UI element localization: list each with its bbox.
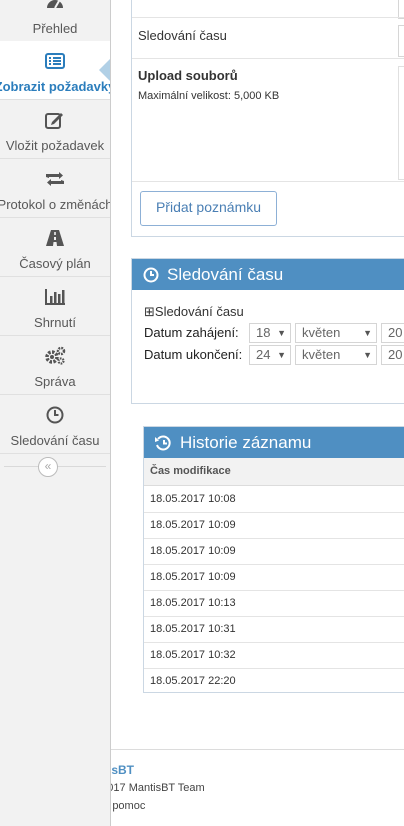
table-row: 18.05.2017 10:13: [144, 590, 404, 617]
table-row: 18.05.2017 10:09: [144, 512, 404, 539]
bar-chart-icon: [0, 287, 110, 307]
chevron-down-icon: ▼: [277, 350, 286, 360]
end-month-value: květen: [302, 347, 341, 362]
add-note-button[interactable]: Přidat poznámku: [140, 191, 277, 226]
sidebar-item-label: Protokol o změnách: [0, 197, 110, 212]
collapse-sidebar-button[interactable]: «: [38, 457, 58, 477]
divider: [132, 58, 404, 59]
history-date: 18.05.2017 10:09: [150, 545, 236, 557]
chevron-down-icon: ▼: [363, 328, 372, 338]
sidebar-item-label: Shrnutí: [34, 315, 76, 330]
sidebar-item-label: Zobrazit požadavky: [0, 79, 110, 94]
sidebar: Přehled Zobrazit požadavky Vložit požada…: [0, 0, 111, 826]
history-date: 18.05.2017 10:31: [150, 623, 236, 635]
sidebar-item-changelog[interactable]: Protokol o změnách: [0, 159, 110, 218]
clock-icon: [0, 405, 110, 425]
history-date: 18.05.2017 22:20: [150, 675, 236, 687]
table-row: 18.05.2017 10:09: [144, 564, 404, 591]
divider: [110, 749, 404, 750]
sidebar-item-label: Sledování času: [10, 433, 100, 448]
dashboard-icon: [0, 0, 110, 13]
table-row: 18.05.2017 10:31: [144, 616, 404, 643]
issue-note-form: Sledování času Upload souborů Maximální …: [131, 0, 404, 237]
table-row: 18.05.2017 10:08: [144, 486, 404, 513]
max-size-text: Maximální velikost: 5,000 KB: [138, 90, 280, 102]
start-date-label: Datum zahájení:: [144, 325, 239, 340]
end-year-value: 20: [388, 347, 403, 362]
chevron-down-icon: ▼: [363, 350, 372, 360]
history-date: 18.05.2017 10:08: [150, 493, 236, 505]
table-row: 18.05.2017 10:32: [144, 642, 404, 669]
history-date: 18.05.2017 10:13: [150, 597, 236, 609]
start-day-select[interactable]: 18 ▼: [249, 323, 291, 343]
sidebar-item-roadmap[interactable]: Časový plán: [0, 218, 110, 277]
end-day-value: 24: [256, 347, 271, 362]
end-year-select[interactable]: 20: [381, 345, 404, 365]
start-year-value: 20: [388, 325, 403, 340]
sidebar-item-view-issues[interactable]: Zobrazit požadavky: [0, 41, 110, 100]
history-date: 18.05.2017 10:09: [150, 519, 236, 531]
chevron-down-icon: ▼: [277, 328, 286, 338]
widget-title: Sledování času: [167, 265, 284, 284]
end-day-select[interactable]: 24 ▼: [249, 345, 291, 365]
start-month-select[interactable]: květen ▼: [295, 323, 377, 343]
sidebar-item-label: Vložit požadavek: [5, 138, 105, 153]
gears-icon: [0, 346, 110, 366]
time-tracking-input[interactable]: [398, 25, 404, 57]
road-icon: [0, 228, 110, 248]
sidebar-item-label: Časový plán: [19, 256, 91, 271]
clock-icon: [143, 267, 159, 288]
history-widget: Historie záznamu Čas modifikace 18.05.20…: [143, 426, 404, 693]
end-date-label: Datum ukončení:: [144, 347, 243, 362]
file-drop-zone[interactable]: [398, 66, 404, 180]
end-month-select[interactable]: květen ▼: [295, 345, 377, 365]
widget-header: Sledování času: [132, 259, 404, 290]
sidebar-item-manage[interactable]: Správa: [0, 336, 110, 395]
history-date: 18.05.2017 10:32: [150, 649, 236, 661]
start-month-value: květen: [302, 325, 341, 340]
edit-icon: [0, 110, 110, 130]
start-day-value: 18: [256, 325, 271, 340]
time-tracking-toggle[interactable]: ⊞Sledování času: [144, 304, 244, 320]
table-row: 18.05.2017 22:20: [144, 668, 404, 694]
divider: [132, 181, 404, 182]
sidebar-item-label: Správa: [34, 374, 76, 389]
table-row: 18.05.2017 10:09: [144, 538, 404, 565]
sidebar-item-label: Přehled: [32, 21, 78, 36]
sidebar-item-time-tracking[interactable]: Sledování času: [0, 395, 110, 454]
sidebar-footer-mask: [0, 740, 111, 826]
upload-label: Upload souborů: [138, 68, 238, 83]
history-date: 18.05.2017 10:09: [150, 571, 236, 583]
sidebar-item-overview[interactable]: Přehled: [0, 0, 110, 42]
column-header-modified: Čas modifikace: [150, 465, 231, 477]
list-icon: [0, 51, 110, 71]
start-year-select[interactable]: 20: [381, 323, 404, 343]
time-tracking-widget: Sledování času ⊞Sledování času Datum zah…: [131, 258, 404, 404]
divider: [132, 17, 404, 18]
sidebar-collapse: «: [0, 453, 110, 479]
widget-title: Historie záznamu: [180, 433, 312, 452]
retweet-icon: [0, 169, 110, 189]
table-header: Čas modifikace: [144, 458, 404, 486]
time-tracking-label: Sledování času: [138, 28, 227, 43]
widget-header: Historie záznamu: [144, 427, 404, 458]
history-icon: [154, 435, 172, 456]
sidebar-item-report-issue[interactable]: Vložit požadavek: [0, 100, 110, 159]
sidebar-item-summary[interactable]: Shrnutí: [0, 277, 110, 336]
